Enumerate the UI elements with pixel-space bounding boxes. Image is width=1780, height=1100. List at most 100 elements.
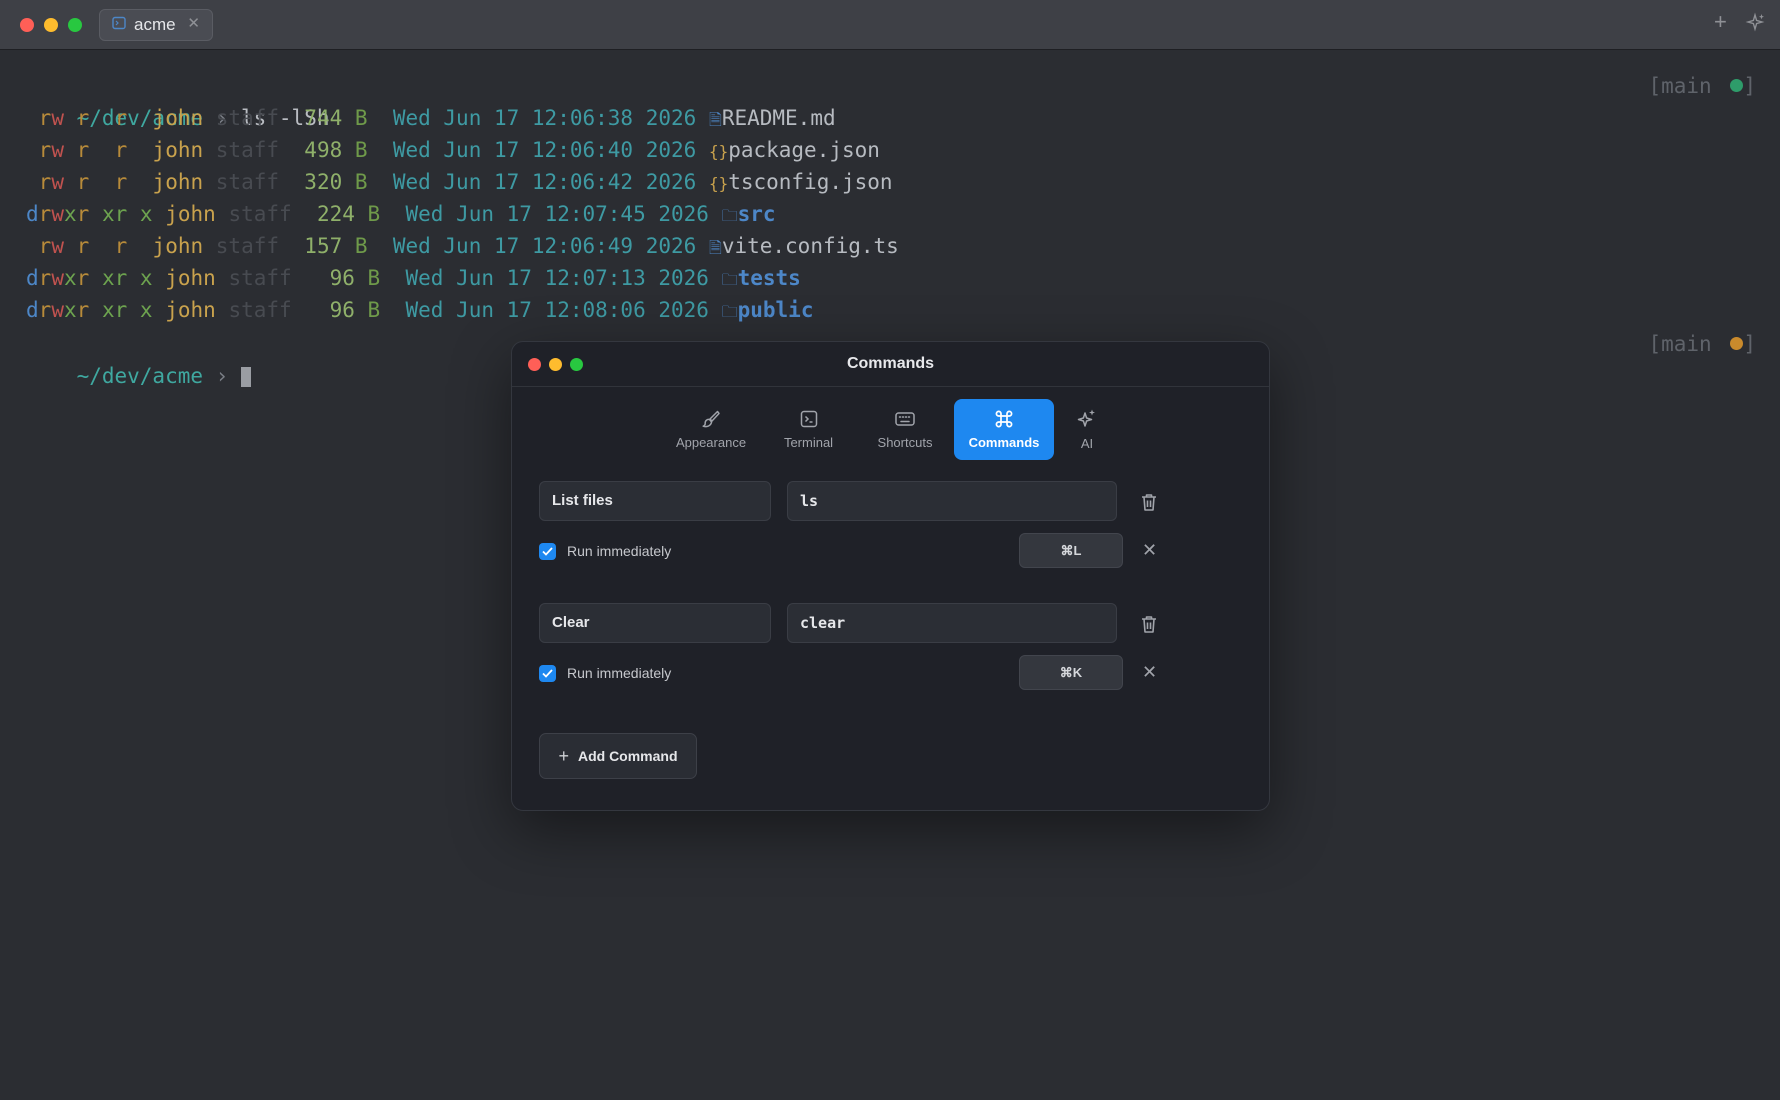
- perm-r: r: [38, 202, 52, 226]
- group: staff: [215, 234, 279, 258]
- run-immediately-label: Run immediately: [567, 665, 672, 681]
- perm-type: d: [26, 266, 39, 290]
- terminal-cursor: [240, 367, 251, 387]
- run-immediately-checkbox[interactable]: [539, 665, 556, 682]
- clear-shortcut-icon[interactable]: ✕: [1142, 662, 1157, 683]
- json-icon: {}: [708, 174, 729, 193]
- perm-w: w: [51, 106, 64, 130]
- listing-row: rw r r john staff 157 B Wed Jun 17 12:06…: [26, 230, 1756, 262]
- file-size: 96: [316, 298, 355, 322]
- perm-r: r: [38, 266, 52, 290]
- perm-type: d: [26, 202, 39, 226]
- permissions: drwxr xr x: [26, 202, 153, 226]
- keyboard-icon: [894, 409, 916, 429]
- trash-icon[interactable]: [1140, 614, 1158, 634]
- command-name-input[interactable]: Clear: [539, 603, 771, 643]
- file-icon: 🗎: [708, 110, 722, 129]
- listing-row: rw r r john staff 744 B Wed Jun 17 12:06…: [26, 102, 1756, 134]
- trash-icon[interactable]: [1140, 492, 1158, 512]
- close-window-button[interactable]: [20, 18, 34, 32]
- tab-title: acme: [134, 15, 176, 34]
- perm-r: r: [76, 266, 90, 290]
- perm-x: x: [63, 202, 77, 226]
- tab-close-icon[interactable]: ✕: [187, 14, 200, 32]
- json-icon: {}: [708, 142, 729, 161]
- modified-date: Wed Jun 17 12:06:49 2026: [392, 234, 697, 258]
- owner: john: [152, 106, 204, 130]
- group: staff: [228, 298, 292, 322]
- folder-icon: 🗀: [721, 302, 738, 321]
- prompt-arrow: ›: [215, 364, 229, 388]
- listing-row: rw r r john staff 498 B Wed Jun 17 12:06…: [26, 134, 1756, 166]
- tab-commands-label: Commands: [968, 435, 1040, 450]
- modified-date: Wed Jun 17 12:06:38 2026: [392, 106, 697, 130]
- perm-type: d: [26, 298, 39, 322]
- perm-w: w: [51, 202, 64, 226]
- tab-shortcuts-label: Shortcuts: [877, 435, 933, 450]
- file-size: 96: [316, 266, 355, 290]
- dialog-header: Commands: [512, 342, 1269, 387]
- owner: john: [165, 202, 216, 226]
- perm-x: x: [63, 266, 77, 290]
- listing-row: drwxr xr x john staff 96 B Wed Jun 17 12…: [26, 294, 1756, 326]
- perm-x: x: [139, 266, 153, 290]
- perm-r: r: [76, 202, 90, 226]
- settings-tabs: Appearance Terminal Shortcuts Commands A…: [512, 399, 1269, 460]
- size-unit: B: [367, 202, 381, 226]
- tab-terminal[interactable]: Terminal: [761, 399, 856, 460]
- sparkles-icon: [1076, 408, 1098, 430]
- tab-acme[interactable]: acme ✕: [99, 9, 213, 41]
- permissions: rw r r: [26, 106, 140, 130]
- perm-r: r: [114, 170, 128, 194]
- run-immediately-label: Run immediately: [567, 543, 672, 559]
- perm-r: r: [38, 138, 52, 162]
- size-unit: B: [367, 266, 381, 290]
- owner: john: [152, 138, 204, 162]
- add-command-button[interactable]: + Add Command: [539, 733, 697, 779]
- tab-shortcuts[interactable]: Shortcuts: [856, 399, 954, 460]
- file-size: 224: [316, 202, 355, 226]
- zoom-window-button[interactable]: [68, 18, 82, 32]
- owner: john: [165, 266, 216, 290]
- plus-icon[interactable]: +: [1714, 9, 1727, 35]
- perm-xr: xr: [101, 202, 128, 226]
- tab-commands[interactable]: Commands: [954, 399, 1054, 460]
- command-icon: [994, 409, 1014, 429]
- permissions: drwxr xr x: [26, 266, 153, 290]
- group: staff: [228, 202, 292, 226]
- perm-r: r: [114, 138, 128, 162]
- permissions: drwxr xr x: [26, 298, 153, 322]
- command-value-input[interactable]: ls: [787, 481, 1117, 521]
- permissions: rw r r: [26, 170, 140, 194]
- perm-w: w: [51, 298, 64, 322]
- size-unit: B: [354, 170, 368, 194]
- tab-appearance[interactable]: Appearance: [661, 399, 761, 460]
- shortcut-recorder[interactable]: ⌘K: [1019, 655, 1123, 690]
- sparkles-icon[interactable]: [1745, 12, 1767, 39]
- tab-ai[interactable]: AI: [1054, 399, 1120, 460]
- file-listing: rw r r john staff 744 B Wed Jun 17 12:06…: [26, 102, 1756, 326]
- group: staff: [215, 170, 279, 194]
- owner: john: [152, 170, 204, 194]
- file-size: 320: [304, 170, 343, 194]
- folder-icon: 🗀: [721, 270, 738, 289]
- minimize-window-button[interactable]: [44, 18, 58, 32]
- branch-status-dot: [1730, 78, 1744, 92]
- command-name-input[interactable]: List files: [539, 481, 771, 521]
- command-value-input[interactable]: clear: [787, 603, 1117, 643]
- file-name: README.md: [721, 106, 836, 130]
- tab-ai-label: AI: [1080, 436, 1094, 451]
- size-unit: B: [354, 106, 368, 130]
- shortcut-recorder[interactable]: ⌘L: [1019, 533, 1123, 568]
- terminal-output[interactable]: ~/dev/acme › ls -lSh [main ] rw r r john…: [26, 70, 1756, 388]
- perm-r: r: [76, 170, 90, 194]
- perm-r: r: [38, 234, 52, 258]
- run-immediately-checkbox[interactable]: [539, 543, 556, 560]
- modified-date: Wed Jun 17 12:08:06 2026: [405, 298, 709, 322]
- owner: john: [152, 234, 204, 258]
- clear-shortcut-icon[interactable]: ✕: [1142, 540, 1157, 561]
- file-name: public: [737, 298, 814, 322]
- size-unit: B: [354, 234, 368, 258]
- prompt-path: ~/dev/acme: [76, 364, 204, 388]
- listing-row: drwxr xr x john staff 96 B Wed Jun 17 12…: [26, 262, 1756, 294]
